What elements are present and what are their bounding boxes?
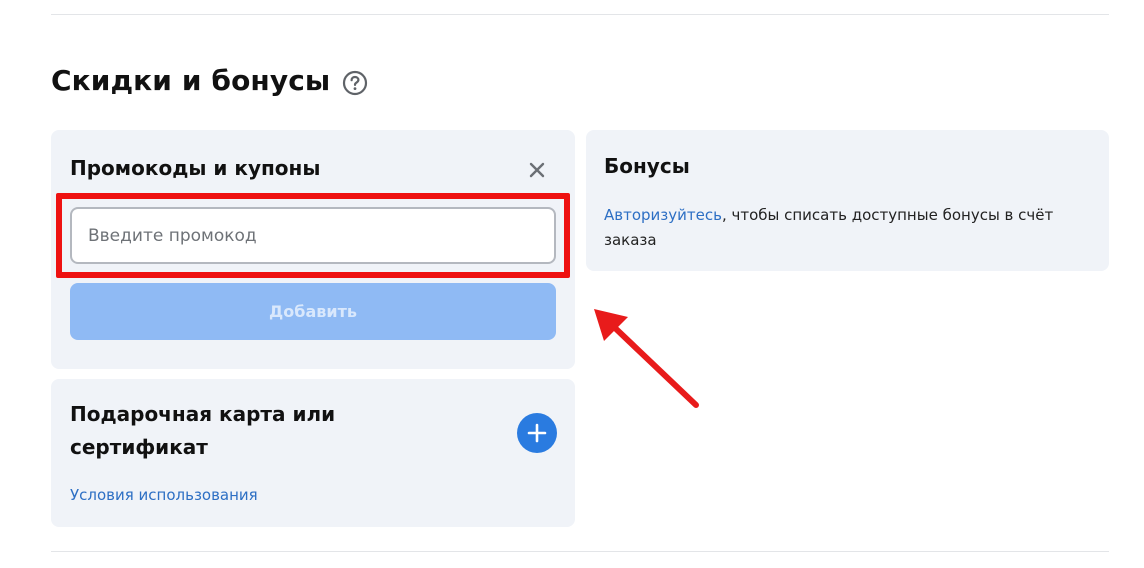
add-promo-button[interactable]: Добавить [70,283,556,340]
section-header: Скидки и бонусы [51,64,368,97]
gift-card-title: Подарочная карта или сертификат [70,402,336,459]
login-link[interactable]: Авторизуйтесь [604,206,722,224]
bonus-description: Авторизуйтесь, чтобы списать доступные б… [604,203,1074,253]
promo-code-input[interactable] [70,207,556,264]
promo-codes-card: Промокоды и купоны Добавить [51,130,575,369]
promo-card-title: Промокоды и купоны [70,156,321,180]
section-title: Скидки и бонусы [51,64,331,97]
annotation-arrow-icon [594,309,699,408]
top-divider [51,14,1109,15]
bottom-divider [51,551,1109,552]
discounts-page: Скидки и бонусы Промокоды и купоны Добав… [0,0,1144,568]
terms-of-use-link[interactable]: Условия использования [70,484,258,506]
bonus-card-title: Бонусы [604,154,690,178]
plus-circle-icon[interactable] [517,413,557,453]
close-icon[interactable] [525,158,549,182]
question-circle-icon[interactable] [342,70,368,96]
gift-card-card: Подарочная карта или сертификат Условия … [51,379,575,527]
bonuses-card: Бонусы Авторизуйтесь, чтобы списать дост… [586,130,1109,271]
